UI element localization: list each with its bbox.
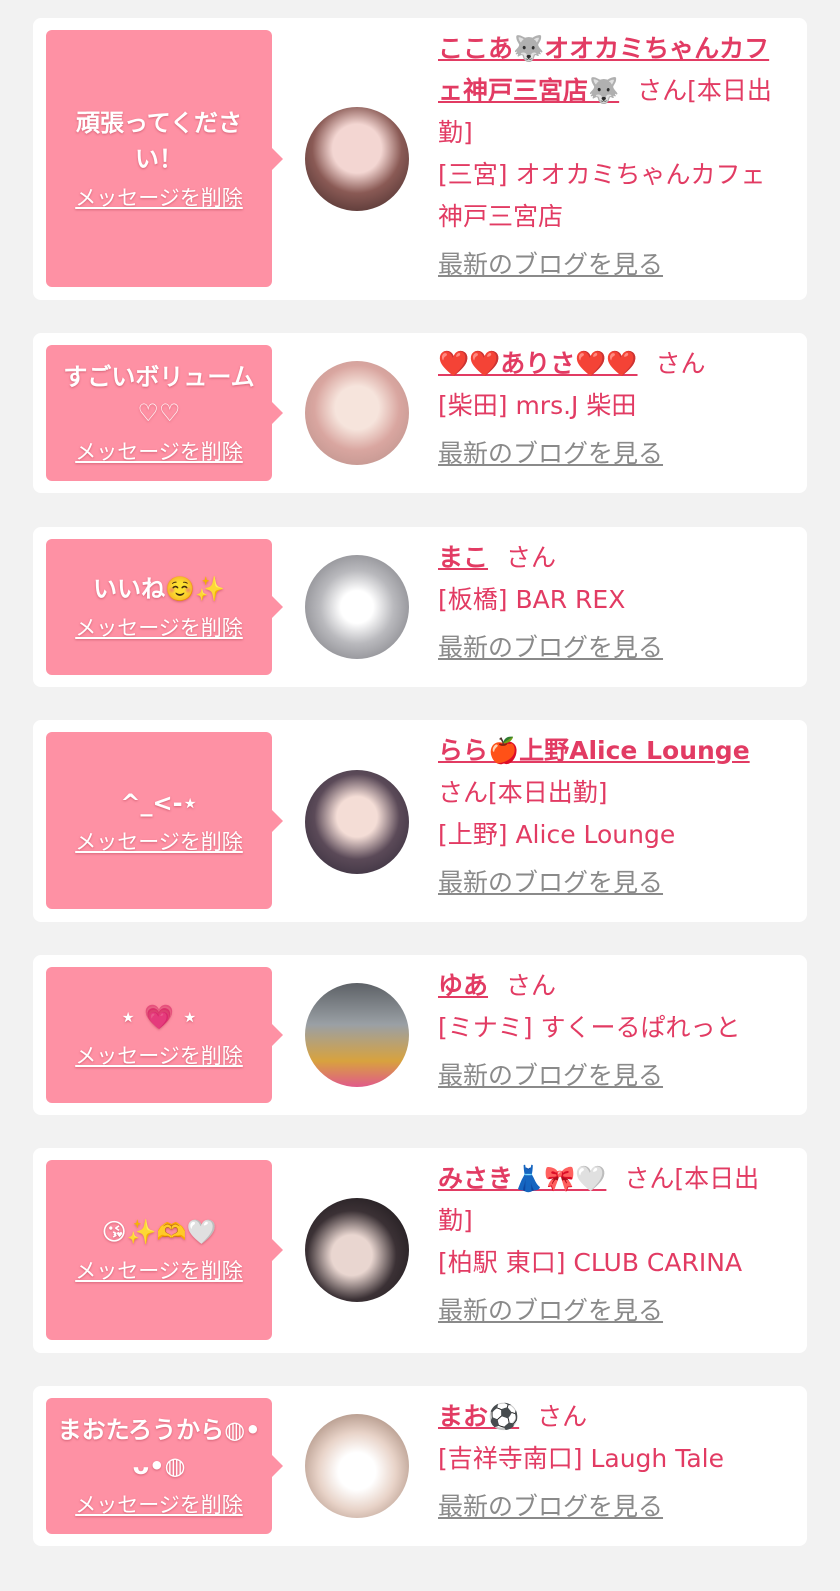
cast-avatar[interactable] — [305, 983, 409, 1087]
message-card: いいね☺️✨ メッセージを削除 まこ さん [板橋] BAR REX 最新のブログ… — [33, 527, 807, 687]
message-bubble: 頑張ってください！ メッセージを削除 — [46, 30, 283, 287]
message-bubble: ^_<-⋆ メッセージを削除 — [46, 732, 283, 909]
cast-avatar[interactable] — [305, 770, 409, 874]
latest-blog-link[interactable]: 最新のブログを見る — [438, 1486, 663, 1528]
message-card: すごいボリューム♡♡ メッセージを削除 ❤️❤️ありさ❤️❤️ さん [柴田] m… — [33, 333, 807, 493]
cast-info: みさき👗🎀🤍 さん[本日出勤] [柏駅 東口] CLUB CARINA 最新のブロ… — [438, 1158, 783, 1332]
latest-blog-link[interactable]: 最新のブログを見る — [438, 433, 663, 475]
cast-name-link[interactable]: らら🍎上野Alice Lounge — [438, 736, 750, 765]
message-bubble: いいね☺️✨ メッセージを削除 — [46, 539, 283, 675]
message-text: まおたろうから◍•ᴗ•◍ — [57, 1416, 261, 1480]
delete-message-link[interactable]: メッセージを削除 — [75, 1041, 243, 1071]
shop-name: [上野] Alice Lounge — [438, 820, 676, 849]
message-text: ⋆ 💗 ⋆ — [120, 1003, 198, 1031]
shop-name: [板橋] BAR REX — [438, 585, 626, 614]
message-card: 😘✨🫶🤍 メッセージを削除 みさき👗🎀🤍 さん[本日出勤] [柏駅 東口] CLU… — [33, 1148, 807, 1353]
shop-name: [柏駅 東口] CLUB CARINA — [438, 1248, 743, 1277]
latest-blog-link[interactable]: 最新のブログを見る — [438, 1290, 663, 1332]
cast-info: まお⚽️ さん [吉祥寺南口] Laugh Tale 最新のブログを見る — [438, 1396, 783, 1528]
message-card: ^_<-⋆ メッセージを削除 らら🍎上野Alice Lounge さん[本日出勤… — [33, 720, 807, 922]
shop-name: [柴田] mrs.J 柴田 — [438, 391, 637, 420]
message-text: 頑張ってください！ — [75, 108, 243, 173]
cast-honorific: さん[本日出勤] — [438, 778, 608, 807]
cast-avatar[interactable] — [305, 107, 409, 211]
cast-honorific: さん — [655, 349, 706, 378]
message-text: すごいボリューム♡♡ — [63, 363, 255, 427]
message-card: まおたろうから◍•ᴗ•◍ メッセージを削除 まお⚽️ さん [吉祥寺南口] Lau… — [33, 1386, 807, 1546]
message-card: ⋆ 💗 ⋆ メッセージを削除 ゆあ さん [ミナミ] すくーるぱれっと 最新のブロ… — [33, 955, 807, 1115]
delete-message-link[interactable]: メッセージを削除 — [75, 1256, 243, 1286]
delete-message-link[interactable]: メッセージを削除 — [75, 613, 243, 643]
cast-name-link[interactable]: ❤️❤️ありさ❤️❤️ — [438, 349, 638, 378]
cast-info: ❤️❤️ありさ❤️❤️ さん [柴田] mrs.J 柴田 最新のブログを見る — [438, 343, 783, 475]
cast-name-link[interactable]: まお⚽️ — [438, 1402, 519, 1431]
latest-blog-link[interactable]: 最新のブログを見る — [438, 1055, 663, 1097]
latest-blog-link[interactable]: 最新のブログを見る — [438, 627, 663, 669]
cast-honorific: さん — [537, 1402, 588, 1431]
message-card: 頑張ってください！ メッセージを削除 ここあ🐺オオカミちゃんカフェ神戸三宮店🐺 さ… — [33, 18, 807, 300]
cast-name-link[interactable]: みさき👗🎀🤍 — [438, 1164, 606, 1193]
latest-blog-link[interactable]: 最新のブログを見る — [438, 244, 663, 286]
cast-info: まこ さん [板橋] BAR REX 最新のブログを見る — [438, 537, 783, 669]
cast-name-link[interactable]: まこ — [438, 543, 488, 572]
message-list: 頑張ってください！ メッセージを削除 ここあ🐺オオカミちゃんカフェ神戸三宮店🐺 さ… — [0, 0, 840, 1591]
delete-message-link[interactable]: メッセージを削除 — [75, 1490, 243, 1520]
message-bubble: すごいボリューム♡♡ メッセージを削除 — [46, 345, 283, 481]
cast-avatar[interactable] — [305, 555, 409, 659]
message-text: 😘✨🫶🤍 — [101, 1218, 217, 1246]
message-bubble: まおたろうから◍•ᴗ•◍ メッセージを削除 — [46, 1398, 283, 1534]
message-text: ^_<-⋆ — [120, 788, 198, 817]
cast-info: ゆあ さん [ミナミ] すくーるぱれっと 最新のブログを見る — [438, 965, 783, 1097]
message-bubble: 😘✨🫶🤍 メッセージを削除 — [46, 1160, 283, 1340]
shop-name: [吉祥寺南口] Laugh Tale — [438, 1444, 724, 1473]
delete-message-link[interactable]: メッセージを削除 — [75, 437, 243, 467]
cast-avatar[interactable] — [305, 361, 409, 465]
cast-info: ここあ🐺オオカミちゃんカフェ神戸三宮店🐺 さん[本日出勤] [三宮] オオカミちゃ… — [438, 28, 783, 286]
shop-name: [ミナミ] すくーるぱれっと — [438, 1013, 741, 1042]
latest-blog-link[interactable]: 最新のブログを見る — [438, 862, 663, 904]
delete-message-link[interactable]: メッセージを削除 — [75, 827, 243, 857]
cast-info: らら🍎上野Alice Lounge さん[本日出勤] [上野] Alice Lo… — [438, 730, 783, 904]
shop-name: [三宮] オオカミちゃんカフェ神戸三宮店 — [438, 160, 766, 231]
cast-honorific: さん — [506, 543, 557, 572]
cast-avatar[interactable] — [305, 1198, 409, 1302]
message-bubble: ⋆ 💗 ⋆ メッセージを削除 — [46, 967, 283, 1103]
cast-honorific: さん — [506, 971, 557, 1000]
message-text: いいね☺️✨ — [93, 575, 225, 603]
cast-name-link[interactable]: ゆあ — [438, 971, 488, 1000]
delete-message-link[interactable]: メッセージを削除 — [75, 183, 243, 213]
cast-avatar[interactable] — [305, 1414, 409, 1518]
